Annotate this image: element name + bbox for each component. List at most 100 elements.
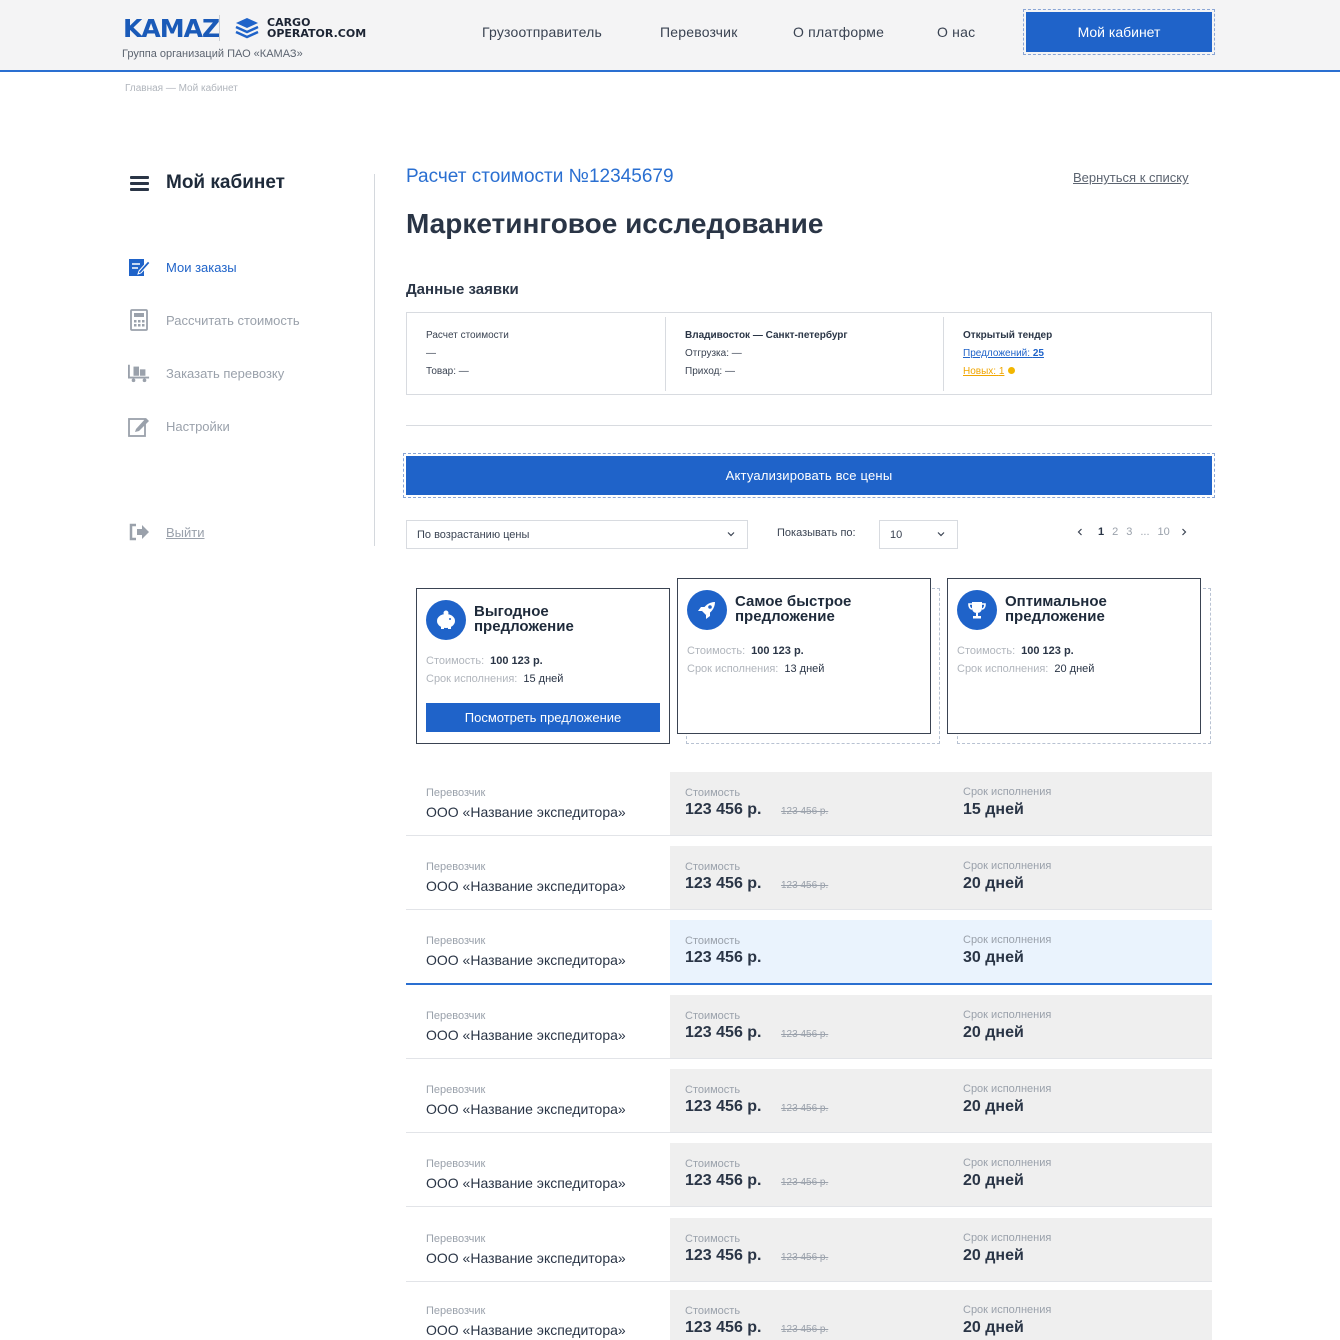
page-title: Маркетинговое исследование (406, 208, 824, 239)
menu-icon[interactable] (130, 176, 149, 191)
sidebar-item-label: Настройки (166, 418, 230, 434)
breadcrumb[interactable]: Главная — Мой кабинет (125, 83, 238, 94)
carrier-name: ООО «Название экспедитора» (426, 804, 626, 820)
offer-card-best-price[interactable]: Выгодное предложение Стоимость: 100 123 р.… (416, 588, 670, 744)
carrier-price: 123 456 р. (685, 1172, 762, 1189)
sidebar-item-label: Рассчитать стоимость (166, 312, 300, 328)
offer-title-line1: Оптимальное (1005, 593, 1107, 610)
chevron-left-icon[interactable] (1074, 526, 1086, 538)
actualize-prices-button[interactable]: Актуализировать все цены (403, 453, 1215, 498)
carrier-label: Перевозчик (426, 787, 486, 799)
cargo-operator-logo-text[interactable]: CARGO OPERATOR.COM (267, 17, 367, 39)
carrier-row[interactable]: Перевозчик ООО «Название экспедитора» Стои… (406, 1143, 1212, 1207)
offer-title: Самое быстрое предложение (735, 594, 851, 624)
sidebar-item-order-transport[interactable]: Заказать перевозку (128, 362, 284, 384)
request-col-tender: Открытый тендер Предложений: 25 Новых: 1 (963, 327, 1052, 381)
chevron-down-icon (727, 532, 735, 537)
carrier-row[interactable]: Перевозчик ООО «Название экспедитора» Стои… (406, 1218, 1212, 1282)
carrier-row[interactable]: Перевозчик ООО «Название экспедитора» Стои… (406, 1290, 1212, 1340)
logout-icon (128, 521, 150, 543)
page-2[interactable]: 2 (1112, 526, 1118, 538)
sidebar-title: Мой кабинет (166, 172, 285, 193)
sidebar-logout[interactable]: Выйти (128, 521, 205, 543)
carrier-old-price: 123 456 р. (781, 806, 829, 817)
new-offers-link[interactable]: Новых: 1 (963, 366, 1004, 377)
offer-card-fastest[interactable]: Самое быстрое предложение Стоимость: 100 1… (677, 578, 931, 734)
carrier-name: ООО «Название экспедитора» (426, 1322, 626, 1338)
chevron-right-icon[interactable] (1178, 526, 1190, 538)
offers-count-link[interactable]: Предложений: 25 (963, 348, 1044, 359)
carrier-row[interactable]: Перевозчик ООО «Название экспедитора» Стои… (406, 920, 1212, 985)
new-label: Новых: (963, 366, 997, 377)
cargo-icon (128, 362, 150, 384)
carrier-old-price: 123 456 р. (781, 1103, 829, 1114)
chevron-down-icon (937, 532, 945, 537)
page-3[interactable]: 3 (1126, 526, 1132, 538)
my-cabinet-button[interactable]: Мой кабинет (1023, 9, 1215, 55)
term-label: Срок исполнения: (426, 673, 518, 685)
cost-label: Стоимость (685, 1010, 741, 1022)
page-size-label: Показывать по: (777, 527, 856, 539)
carrier-old-price: 123 456 р. (781, 1252, 829, 1263)
rocket-icon (687, 590, 727, 630)
sidebar-item-settings[interactable]: Настройки (128, 415, 230, 437)
page-size-select[interactable]: 10 (879, 520, 958, 549)
kamaz-logo[interactable]: KAMAZ (123, 14, 220, 43)
cost-label: Стоимость (685, 1305, 741, 1317)
request-data-title: Данные заявки (406, 281, 519, 298)
logo-cargo-line2: OPERATOR.COM (267, 27, 367, 40)
carrier-label: Перевозчик (426, 1010, 486, 1022)
row-divider (406, 1132, 1212, 1133)
carrier-term: 20 дней (963, 1024, 1024, 1041)
cost-value: 100 123 р. (490, 655, 543, 667)
logout-link[interactable]: Выйти (166, 525, 205, 540)
piggy-bank-icon (426, 600, 466, 640)
sort-select-value: По возрастанию цены (417, 528, 530, 541)
offer-term-row: Срок исполнения: 13 дней (687, 663, 824, 675)
sidebar-item-orders[interactable]: Мои заказы (128, 256, 237, 278)
tender-title: Открытый тендер (963, 330, 1053, 341)
offer-card-optimal[interactable]: Оптимальное предложение Стоимость: 100 123… (947, 578, 1201, 734)
offer-title: Выгодное предложение (474, 604, 574, 634)
new-count: 1 (998, 366, 1005, 377)
offer-title: Оптимальное предложение (1005, 594, 1107, 624)
page-ellipsis: ... (1140, 526, 1150, 538)
group-caption: Группа организаций ПАО «КАМАЗ» (122, 48, 303, 60)
carrier-row[interactable]: Перевозчик ООО «Название экспедитора» Стои… (406, 995, 1212, 1059)
shipment-date: Отгрузка: — (685, 348, 742, 359)
section-divider (406, 425, 1212, 426)
settings-edit-icon (128, 415, 150, 437)
carrier-row[interactable]: Перевозчик ООО «Название экспедитора» Стои… (406, 772, 1212, 836)
back-to-list-link[interactable]: Вернуться к списку (1073, 170, 1189, 185)
offer-title-line2: предложение (1005, 608, 1105, 625)
sort-select[interactable]: По возрастанию цены (406, 520, 748, 549)
term-label: Срок исполнения (963, 860, 1052, 872)
row-divider (406, 835, 1212, 836)
page-10[interactable]: 10 (1158, 526, 1170, 538)
nav-carrier[interactable]: Перевозчик (660, 24, 738, 40)
nav-about-us[interactable]: О нас (937, 24, 975, 40)
carrier-term: 20 дней (963, 875, 1024, 892)
term-label: Срок исполнения (963, 1157, 1052, 1169)
orders-icon (128, 256, 150, 278)
row-divider (406, 1058, 1212, 1059)
calculation-number: Расчет стоимости №12345679 (406, 166, 674, 187)
request-col-divider (943, 317, 944, 391)
carrier-term: 20 дней (963, 1172, 1024, 1189)
page-1[interactable]: 1 (1098, 526, 1104, 538)
offer-title-line2: предложение (735, 608, 835, 625)
nav-about-platform[interactable]: О платформе (793, 24, 884, 40)
nav-shipper[interactable]: Грузоотправитель (482, 24, 602, 40)
sidebar-item-calculate[interactable]: Рассчитать стоимость (128, 309, 300, 331)
term-label: Срок исполнения: (687, 663, 779, 675)
carrier-label: Перевозчик (426, 1305, 486, 1317)
top-header: KAMAZ CARGO OPERATOR.COM Группа организа… (0, 0, 1340, 72)
request-col-route: Владивосток — Санкт-петербург Отгрузка: … (685, 327, 848, 381)
carrier-price: 123 456 р. (685, 875, 762, 892)
carrier-term: 15 дней (963, 801, 1024, 818)
cost-label: Стоимость: (687, 645, 746, 657)
carrier-row[interactable]: Перевозчик ООО «Название экспедитора» Стои… (406, 1069, 1212, 1133)
view-offer-button[interactable]: Посмотреть предложение (426, 703, 660, 732)
carrier-term: 20 дней (963, 1319, 1024, 1336)
carrier-row[interactable]: Перевозчик ООО «Название экспедитора» Стои… (406, 846, 1212, 910)
